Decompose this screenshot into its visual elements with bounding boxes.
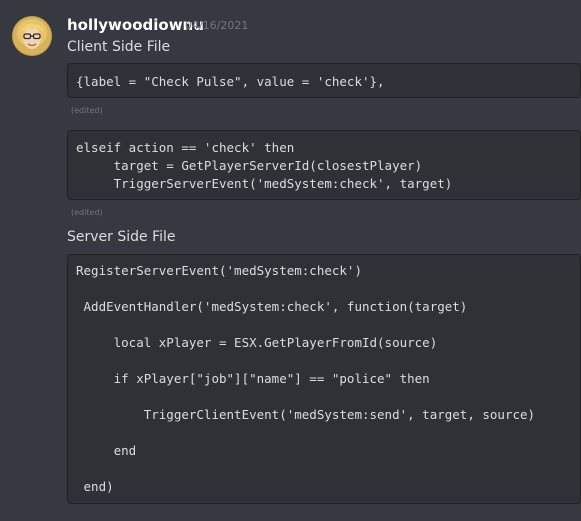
code-block-client-table: {label = "Check Pulse", value = 'check'}…: [67, 63, 581, 98]
avatar-icon: [12, 16, 52, 56]
code-block-server: RegisterServerEvent('medSystem:check') A…: [67, 254, 581, 504]
message-timestamp[interactable]: 04/16/2021: [185, 19, 248, 33]
author-username[interactable]: hollywoodiownu: [67, 15, 204, 35]
code-text: RegisterServerEvent('medSystem:check') A…: [76, 263, 536, 494]
edited-label: (edited): [71, 106, 103, 115]
code-block-client-handler: elseif action == 'check' then target = G…: [67, 130, 581, 200]
code-text: elseif action == 'check' then target = G…: [76, 140, 453, 191]
code-text: {label = "Check Pulse", value = 'check'}…: [76, 74, 385, 89]
user-avatar[interactable]: [12, 16, 52, 56]
chat-message: hollywoodiownu 04/16/2021 Client Side Fi…: [0, 0, 581, 521]
client-side-heading: Client Side File: [67, 39, 171, 55]
server-side-heading: Server Side File: [67, 229, 176, 245]
edited-label: (edited): [71, 208, 103, 217]
